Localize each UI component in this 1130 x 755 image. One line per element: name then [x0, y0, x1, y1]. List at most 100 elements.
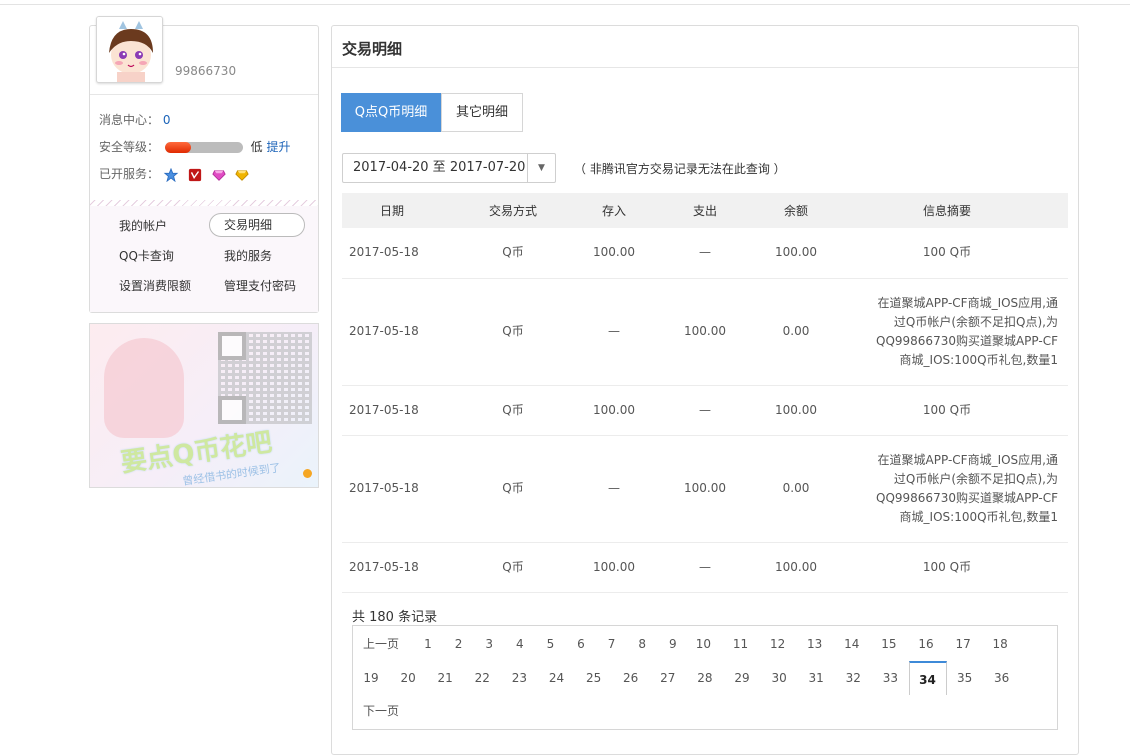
page-number-link[interactable]: 22: [467, 661, 497, 695]
page-number-link[interactable]: 1: [413, 627, 443, 661]
qr-code: [218, 332, 312, 424]
page-number-link[interactable]: 15: [874, 627, 904, 661]
cell-balance: 100.00: [766, 385, 826, 436]
message-center-label: 消息中心：: [99, 113, 160, 127]
cell-expense: —: [644, 228, 766, 279]
cell-expense: 100.00: [644, 278, 766, 386]
cell-balance: 100.00: [766, 228, 826, 279]
page-number-link[interactable]: 31: [801, 661, 831, 695]
page-number-link[interactable]: 36: [987, 661, 1017, 695]
record-count: 共 180 条记录: [352, 610, 438, 625]
menu-item-spend-limit[interactable]: 设置消费限额: [119, 276, 191, 296]
table-header-row: 日期 交易方式 存入 支出 余额 信息摘要: [342, 193, 1068, 228]
cell-method: Q币: [442, 278, 584, 386]
page-number-link[interactable]: 3: [474, 627, 504, 661]
pagination: 上一页 下一页 1 2 3 4 5 6 7 8 9 10 11 12 13 14 15 16 17 18 19 20 2…: [352, 625, 1058, 730]
cell-expense: 100.00: [644, 435, 766, 543]
page-number-link[interactable]: 10: [688, 627, 718, 661]
page-number-link[interactable]: 32: [838, 661, 868, 695]
transaction-table: 日期 交易方式 存入 支出 余额 信息摘要 2017-05-18 Q币 100.…: [342, 193, 1068, 593]
date-range-value: 2017-04-20 至 2017-07-20: [353, 160, 526, 175]
cell-deposit: 100.00: [584, 228, 644, 279]
services-label: 已开服务：: [99, 167, 160, 181]
page-number-link[interactable]: 2: [444, 627, 474, 661]
menu-item-transactions[interactable]: 交易明细: [209, 213, 305, 237]
cell-summary: 100 Q币: [826, 542, 1068, 593]
page-number-link[interactable]: 16: [911, 627, 941, 661]
tab-other-details[interactable]: 其它明细: [441, 93, 523, 132]
menu-item-my-services[interactable]: 我的服务: [224, 246, 272, 266]
table-row: 2017-05-18 Q币 — 100.00 0.00 在道聚城APP-CF商城…: [342, 435, 1068, 543]
cell-expense: —: [644, 542, 766, 593]
page-number-link[interactable]: 12: [763, 627, 793, 661]
security-level-text: 低: [250, 140, 263, 154]
next-page-link[interactable]: 下一页: [363, 694, 399, 728]
page-number-link[interactable]: 17: [948, 627, 978, 661]
cell-balance: 0.00: [766, 435, 826, 543]
current-page[interactable]: 34: [908, 661, 947, 695]
query-note: （ 非腾讯官方交易记录无法在此查询 ）: [574, 162, 786, 176]
page-number-link[interactable]: 26: [616, 661, 646, 695]
prev-page-link[interactable]: 上一页: [363, 627, 399, 661]
page-number-link[interactable]: 7: [597, 627, 627, 661]
page-number-link[interactable]: 14: [837, 627, 867, 661]
page-number-link[interactable]: 18: [985, 627, 1015, 661]
page-number-link[interactable]: 28: [690, 661, 720, 695]
carousel-dot[interactable]: [303, 469, 312, 478]
page-number-link[interactable]: 5: [535, 627, 565, 661]
security-level-bar: [164, 142, 243, 153]
page-number-link[interactable]: 8: [627, 627, 657, 661]
cell-deposit: —: [584, 435, 644, 543]
page-number-link[interactable]: 19: [356, 661, 386, 695]
page-number-link[interactable]: 21: [430, 661, 460, 695]
page-number-link[interactable]: 25: [579, 661, 609, 695]
page-number-link[interactable]: 35: [950, 661, 980, 695]
security-level-row: 安全等级： 低 提升: [99, 138, 291, 155]
page-number-link[interactable]: 4: [505, 627, 535, 661]
page-number-link[interactable]: 13: [800, 627, 830, 661]
menu-item-my-account[interactable]: 我的帐户: [119, 216, 167, 236]
improve-security-link[interactable]: 提升: [267, 140, 291, 154]
cell-method: Q币: [442, 435, 584, 543]
security-level-fill: [164, 142, 191, 153]
cell-date: 2017-05-18: [342, 435, 442, 543]
tab-qpoint-qcoin[interactable]: Q点Q币明细: [341, 93, 441, 132]
page-number-link[interactable]: 24: [542, 661, 572, 695]
qq-number: 99866730: [175, 64, 237, 78]
top-divider: [0, 4, 1130, 5]
cell-deposit: 100.00: [584, 542, 644, 593]
ad-banner[interactable]: 要点Q币花吧 曾经借书的时候到了: [89, 323, 319, 488]
page-number-link[interactable]: 27: [653, 661, 683, 695]
page-number-link[interactable]: 6: [566, 627, 596, 661]
divider: [90, 94, 318, 95]
page-number-link[interactable]: 29: [727, 661, 757, 695]
avatar-image: [97, 17, 162, 82]
cell-summary: 100 Q币: [826, 228, 1068, 279]
col-expense: 支出: [644, 193, 766, 228]
cell-expense: —: [644, 385, 766, 436]
pink-diamond-icon[interactable]: [211, 168, 227, 182]
cell-date: 2017-05-18: [342, 385, 442, 436]
page-title: 交易明细: [342, 40, 403, 58]
cell-date: 2017-05-18: [342, 542, 442, 593]
col-date: 日期: [342, 193, 442, 228]
page-number-link[interactable]: 9: [658, 627, 688, 661]
page-number-link[interactable]: 30: [764, 661, 794, 695]
menu-item-qq-card[interactable]: QQ卡查询: [119, 246, 174, 266]
avatar[interactable]: [96, 16, 163, 83]
col-summary: 信息摘要: [826, 193, 1068, 228]
star-icon[interactable]: [163, 167, 179, 182]
menu-item-pay-password[interactable]: 管理支付密码: [224, 276, 296, 296]
page-number-link[interactable]: 33: [875, 661, 905, 695]
yellow-diamond-icon[interactable]: [234, 168, 250, 182]
cell-method: Q币: [442, 542, 584, 593]
table-row: 2017-05-18 Q币 100.00 — 100.00 100 Q币: [342, 542, 1068, 593]
page-number-link[interactable]: 20: [393, 661, 423, 695]
message-count-link[interactable]: 0: [163, 113, 171, 127]
table-row: 2017-05-18 Q币 100.00 — 100.00 100 Q币: [342, 228, 1068, 279]
page-number-link[interactable]: 11: [726, 627, 756, 661]
chevron-down-icon[interactable]: ▼: [527, 154, 555, 182]
vip-badge-icon[interactable]: [187, 168, 203, 182]
page-number-link[interactable]: 23: [504, 661, 534, 695]
date-range-select[interactable]: 2017-04-20 至 2017-07-20 ▼: [342, 153, 556, 183]
